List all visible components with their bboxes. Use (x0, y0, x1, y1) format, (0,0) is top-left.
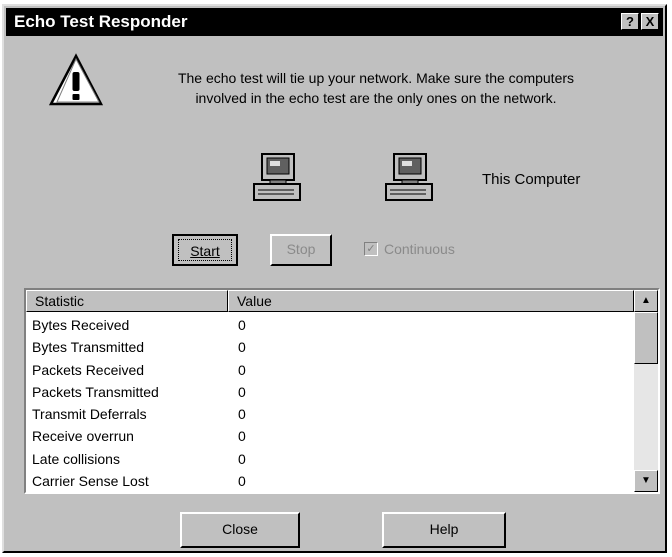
scrollbar-thumb[interactable] (634, 312, 658, 364)
continuous-checkbox[interactable]: ✓ (364, 242, 378, 256)
warning-message-line2: involved in the echo test are the only o… (195, 90, 557, 106)
stop-button[interactable]: Stop (270, 234, 332, 266)
warning-icon (48, 53, 104, 106)
scroll-down-arrow-icon[interactable]: ▼ (634, 470, 658, 492)
stat-name: Bytes Received (32, 317, 130, 333)
remote-computer-icon (253, 153, 301, 201)
warning-message-line1: The echo test will tie up your network. … (177, 70, 575, 86)
stat-name: Packets Received (32, 361, 145, 378)
vertical-scrollbar[interactable]: ▲ ▼ (634, 290, 658, 492)
stat-value: 0 (238, 428, 246, 445)
stat-name: Late collisions (32, 450, 120, 467)
this-computer-label: This Computer (482, 171, 581, 188)
stat-name: Carrier Sense Lost (32, 473, 149, 490)
list-rows: Bytes Received 0 Bytes Transmitted 0 Packe… (26, 314, 634, 492)
continuous-label: Continuous (384, 241, 455, 257)
table-row[interactable]: Late collisions 0 (26, 448, 634, 470)
this-computer-icon (385, 153, 433, 201)
stat-value: 0 (238, 450, 246, 467)
start-button-label: Start (190, 243, 220, 259)
stat-name: Bytes Transmitted (32, 339, 145, 356)
stat-name: Transmit Deferrals (32, 406, 147, 423)
table-row[interactable]: Receive overrun 0 (26, 425, 634, 447)
close-button[interactable]: Close (180, 512, 300, 548)
table-row[interactable]: Packets Received 0 (26, 359, 634, 381)
stat-value: 0 (238, 383, 246, 400)
warning-message: The echo test will tie up your network. … (116, 68, 636, 108)
scroll-up-arrow-icon[interactable]: ▲ (634, 290, 658, 312)
help-button[interactable]: Help (382, 512, 506, 548)
list-header: Statistic Value (26, 290, 634, 312)
table-row[interactable]: Transmit Deferrals 0 (26, 403, 634, 425)
stat-value: 0 (238, 317, 246, 333)
stat-name: Receive overrun (32, 428, 134, 445)
column-header-value[interactable]: Value (228, 290, 634, 312)
start-button[interactable]: Start (172, 234, 238, 266)
statistics-list[interactable]: Statistic Value Bytes Received 0 Bytes Tr… (24, 288, 660, 494)
column-header-statistic[interactable]: Statistic (26, 290, 228, 312)
stat-name: Packets Transmitted (32, 383, 159, 400)
window-title: Echo Test Responder (14, 12, 188, 31)
table-row[interactable]: Packets Transmitted 0 (26, 381, 634, 403)
table-row[interactable]: Bytes Received 0 (26, 314, 634, 336)
help-title-button[interactable]: ? (621, 13, 639, 30)
close-title-button[interactable]: X (641, 13, 659, 30)
title-bar[interactable]: Echo Test Responder ? X (6, 8, 663, 36)
stat-value: 0 (238, 339, 246, 356)
echo-test-dialog: Echo Test Responder ? X The echo test wi… (2, 4, 667, 553)
table-row[interactable]: Bytes Transmitted 0 (26, 336, 634, 358)
stat-value: 0 (238, 473, 246, 490)
stat-value: 0 (238, 406, 246, 423)
stat-value: 0 (238, 361, 246, 378)
table-row[interactable]: Carrier Sense Lost 0 (26, 470, 634, 492)
